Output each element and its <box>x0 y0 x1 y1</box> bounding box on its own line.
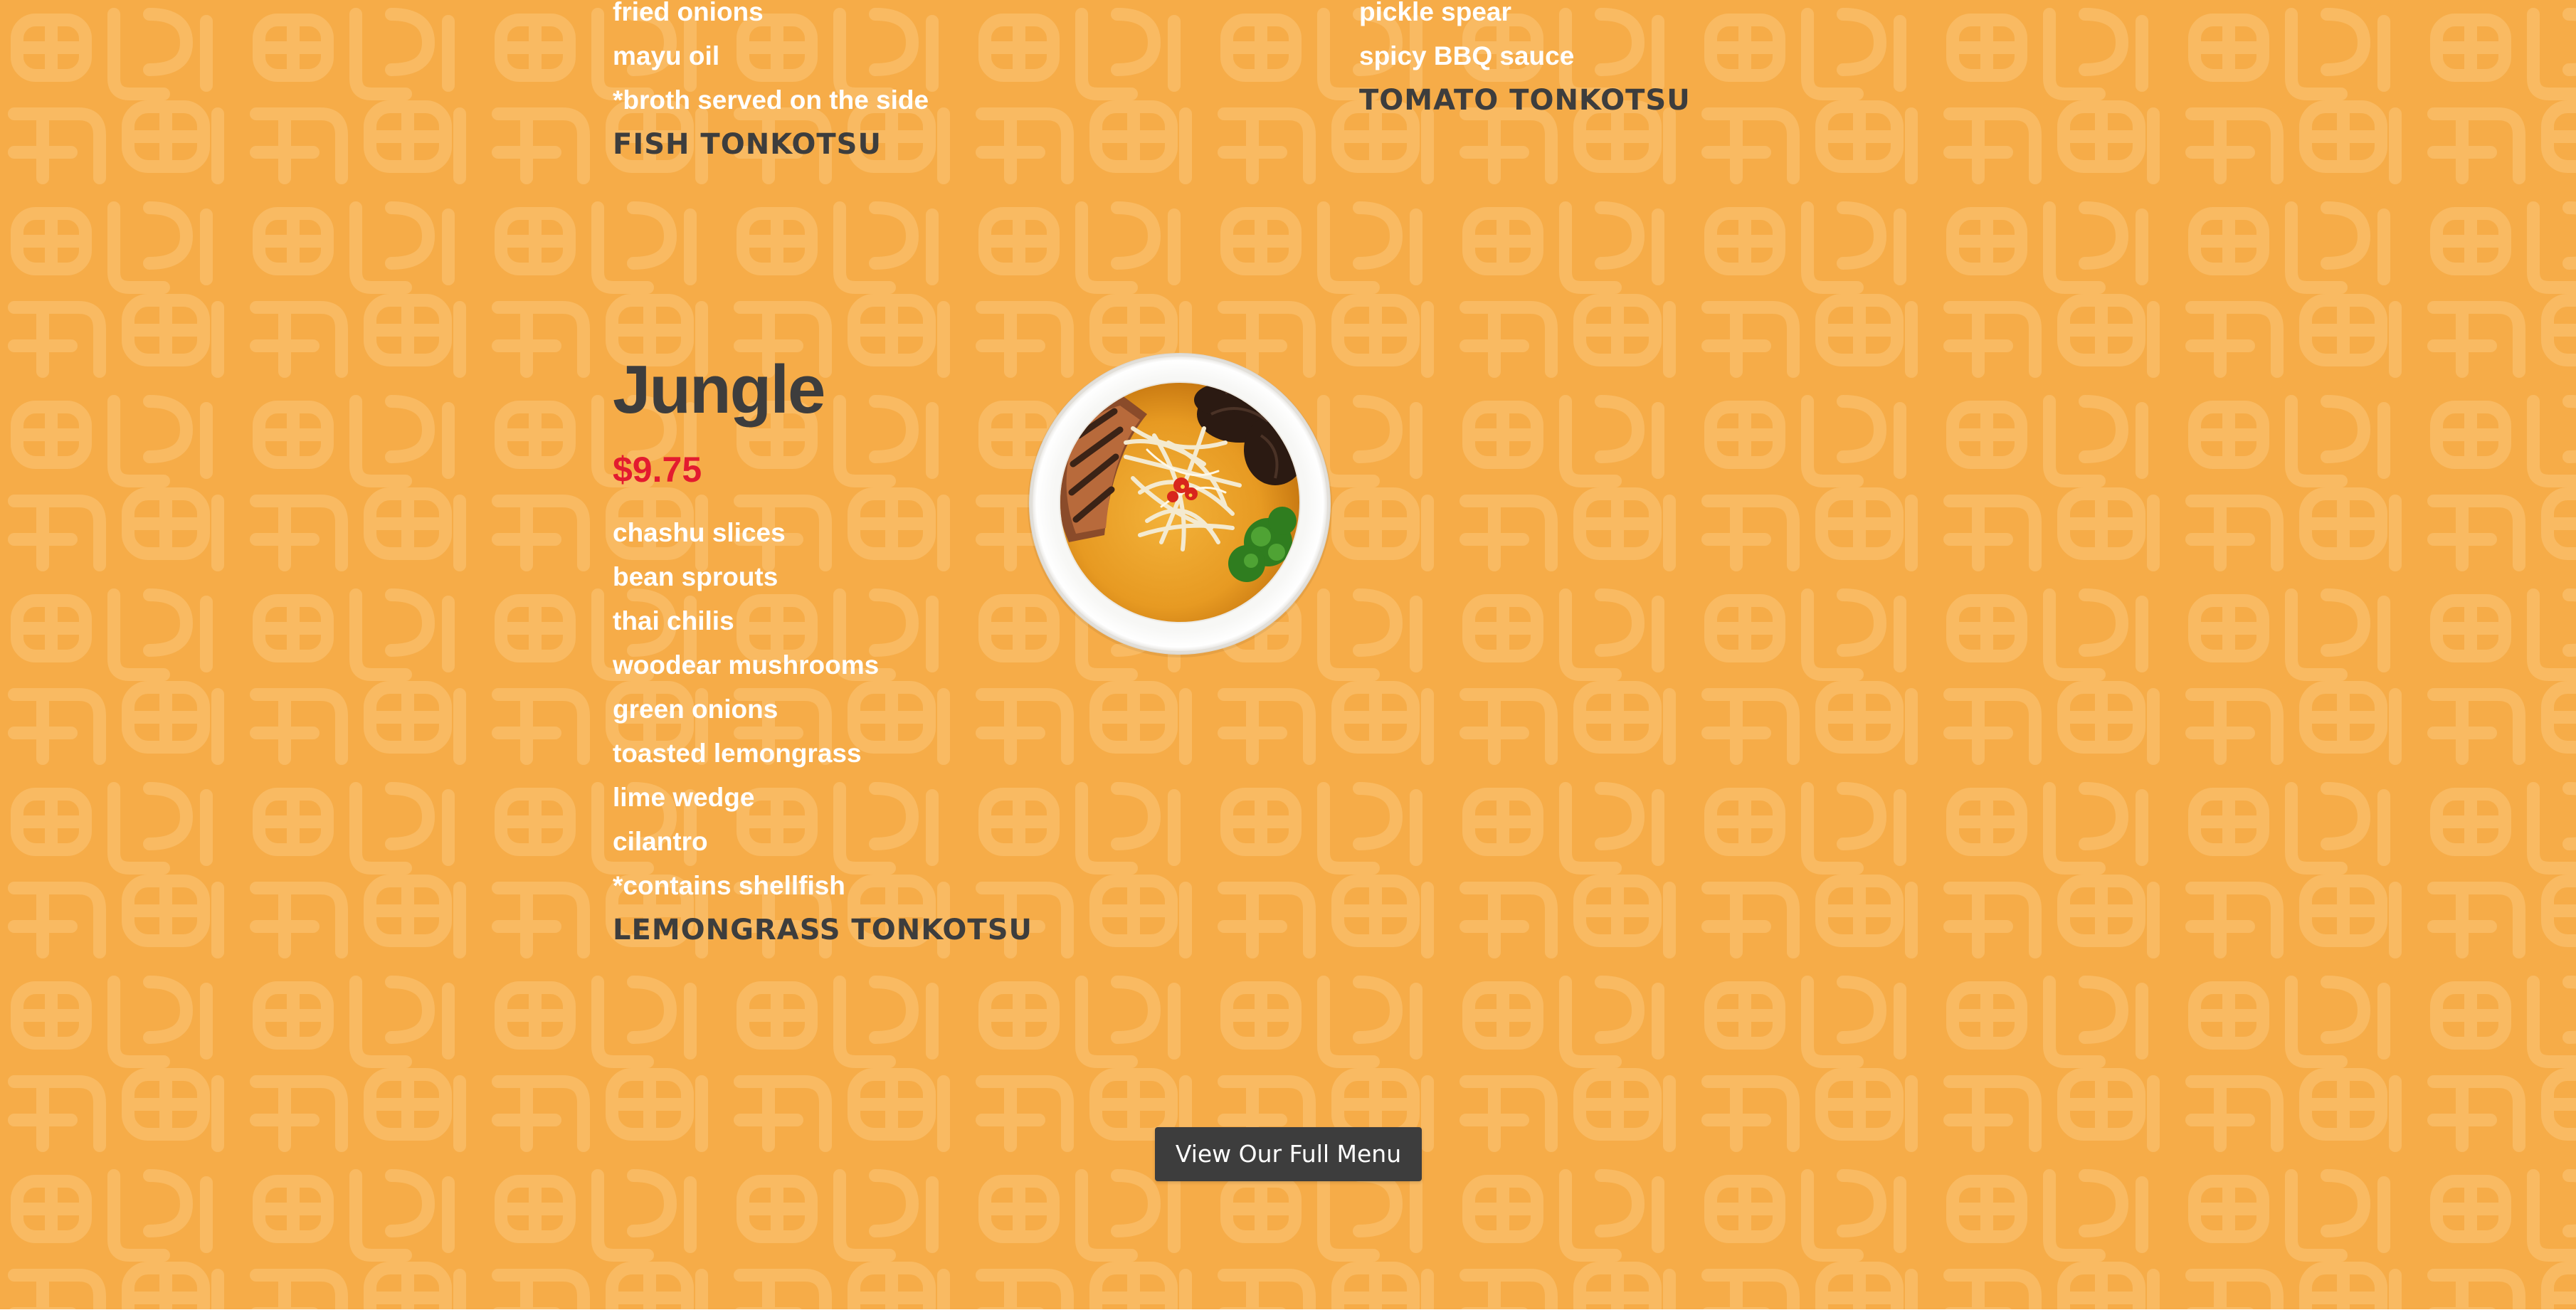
ingredient-item: fried onions <box>613 0 764 26</box>
ingredient-item: pickle spear <box>1359 0 1511 26</box>
ingredient-item: chashu slices <box>613 518 786 547</box>
ingredient-item: toasted lemongrass <box>613 739 862 768</box>
menu-item-price: $9.75 <box>613 450 702 490</box>
ramen-bowl-image <box>1028 353 1332 658</box>
view-full-menu-button[interactable]: View Our Full Menu <box>1155 1127 1422 1181</box>
menu-item-name: Jungle <box>613 352 825 428</box>
ingredient-item: spicy BBQ sauce <box>1359 41 1575 70</box>
ingredient-item: thai chilis <box>613 606 734 635</box>
fish-tonkotsu-title: FISH TONKOTSU <box>613 128 882 161</box>
lemongrass-tonkotsu-title: LEMONGRASS TONKOTSU <box>613 914 1033 946</box>
ingredient-item: cilantro <box>613 827 708 856</box>
tomato-tonkotsu-section: pickle spear spicy BBQ sauce TOMATO TONK… <box>1359 0 1691 122</box>
ingredient-item: bean sprouts <box>613 562 778 591</box>
ingredient-item: *broth served on the side <box>613 85 929 115</box>
page-bottom-edge <box>0 1309 2576 1315</box>
ingredient-item: lime wedge <box>613 783 755 812</box>
ingredient-item: green onions <box>613 695 778 724</box>
tomato-tonkotsu-title: TOMATO TONKOTSU <box>1359 84 1691 117</box>
jungle-ingredients-list: chashu slices bean sprouts thai chilis w… <box>613 511 1033 952</box>
ingredient-item: *contains shellfish <box>613 871 845 900</box>
fish-tonkotsu-section: fried onions mayu oil *broth served on t… <box>613 0 929 167</box>
ingredient-item: mayu oil <box>613 41 720 70</box>
ingredient-item: woodear mushrooms <box>613 650 880 680</box>
